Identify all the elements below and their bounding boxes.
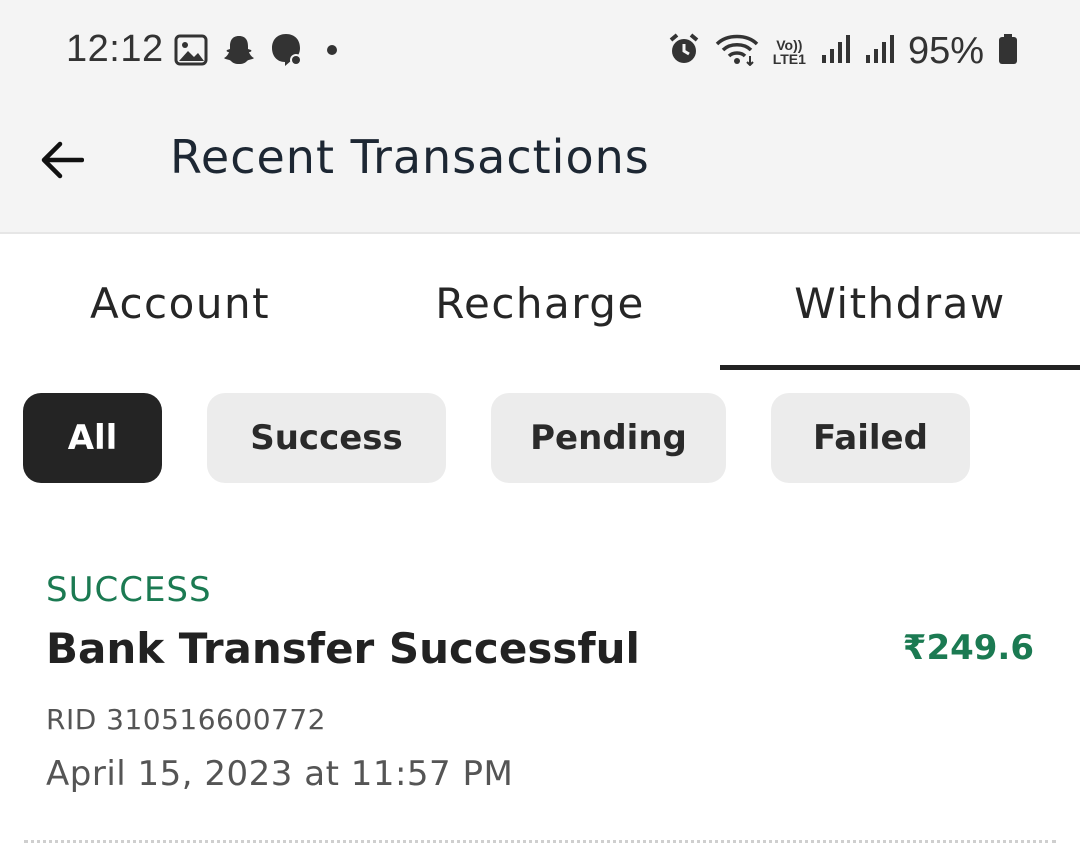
transaction-title: Bank Transfer Successful	[46, 624, 640, 673]
transaction-date: April 15, 2023 at 11:57 PM	[46, 754, 514, 794]
signal-icon	[864, 33, 894, 70]
tab-withdraw[interactable]: Withdraw	[720, 236, 1080, 370]
system-status-icons: Vo)) LTE1 95%	[667, 30, 1018, 73]
tab-account[interactable]: Account	[0, 236, 360, 370]
wifi-icon	[715, 32, 759, 71]
volte-icon: Vo)) LTE1	[772, 36, 806, 67]
battery-percent: 95%	[907, 30, 984, 72]
transaction-tabs: Account Recharge Withdraw	[0, 236, 1080, 370]
transaction-rid: RID 310516600772	[46, 703, 326, 736]
battery-icon	[998, 33, 1018, 70]
filter-success-chip[interactable]: Success	[207, 393, 446, 483]
top-bar: 12:12 Vo)) LTE1 95% Recent Transactions	[0, 0, 1080, 234]
filter-all-chip[interactable]: All	[23, 393, 162, 483]
back-button[interactable]	[34, 134, 90, 186]
filter-pending-chip[interactable]: Pending	[491, 393, 726, 483]
notification-icons	[174, 32, 346, 73]
status-time: 12:12	[66, 28, 164, 70]
status-filters: All Success Pending Failed	[23, 393, 970, 483]
chat-icon	[270, 32, 304, 73]
alarm-icon	[667, 32, 701, 71]
signal-icon	[820, 33, 850, 70]
filter-failed-chip[interactable]: Failed	[771, 393, 970, 483]
gallery-icon	[174, 34, 208, 71]
page-title: Recent Transactions	[170, 130, 650, 184]
tab-recharge[interactable]: Recharge	[360, 236, 720, 370]
snapchat-icon	[222, 33, 256, 72]
dot-icon	[318, 43, 346, 62]
transaction-item[interactable]: SUCCESS Bank Transfer Successful ₹249.6 …	[0, 560, 1080, 840]
transaction-status: SUCCESS	[46, 570, 212, 610]
arrow-left-icon	[41, 141, 84, 179]
list-divider	[24, 840, 1056, 843]
transaction-amount: ₹249.6	[902, 628, 1034, 668]
